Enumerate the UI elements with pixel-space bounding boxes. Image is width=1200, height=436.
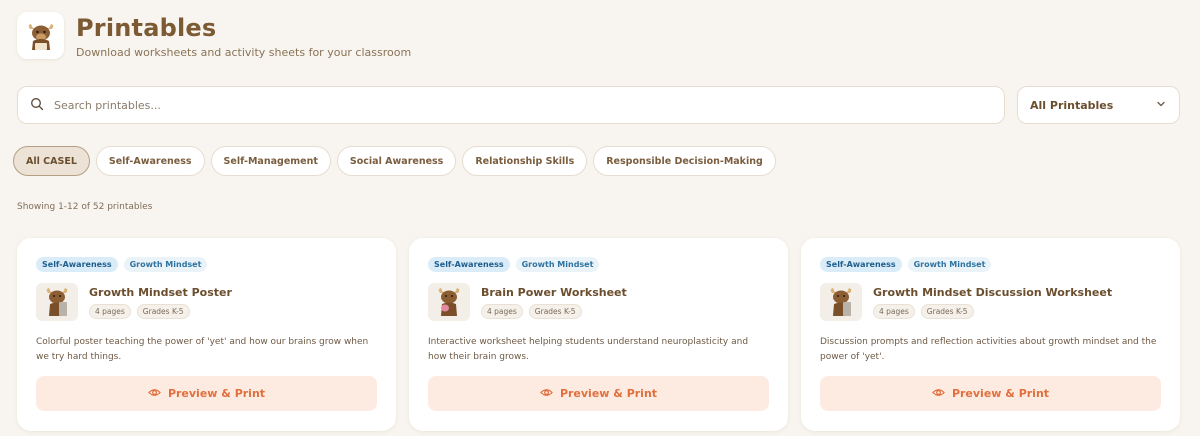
yak-mascot-icon bbox=[17, 12, 64, 59]
printable-description: Discussion prompts and reflection activi… bbox=[820, 337, 1157, 362]
tag-casel: Self-Awareness bbox=[36, 257, 118, 272]
printables-grid: Self-Awareness Growth Mindset Growth Min… bbox=[17, 238, 1180, 431]
printable-type-select[interactable]: All Printables bbox=[1017, 86, 1180, 124]
printable-thumbnail bbox=[820, 283, 862, 321]
page-count: 4 pages bbox=[89, 304, 131, 319]
chip-self-management[interactable]: Self-Management bbox=[210, 146, 331, 176]
eye-icon bbox=[148, 386, 168, 402]
tag-topic: Growth Mindset bbox=[907, 257, 992, 272]
results-count: Showing 1-12 of 52 printables bbox=[17, 202, 153, 212]
tag-casel: Self-Awareness bbox=[428, 257, 510, 272]
grade-range: Grades K-5 bbox=[528, 304, 582, 319]
select-value: All Printables bbox=[1030, 98, 1114, 112]
chip-relationship-skills[interactable]: Relationship Skills bbox=[462, 146, 588, 176]
grade-range: Grades K-5 bbox=[136, 304, 190, 319]
page-subtitle: Download worksheets and activity sheets … bbox=[76, 46, 412, 59]
search-bar[interactable] bbox=[17, 86, 1005, 124]
page-count: 4 pages bbox=[873, 304, 915, 319]
chip-social-awareness[interactable]: Social Awareness bbox=[336, 146, 457, 176]
page-title: Printables bbox=[76, 14, 217, 42]
page-header: Printables Download worksheets and activ… bbox=[17, 12, 411, 59]
printable-thumbnail bbox=[36, 283, 78, 321]
chip-responsible-decision-making[interactable]: Responsible Decision-Making bbox=[593, 146, 776, 176]
preview-print-button[interactable]: Preview & Print bbox=[820, 376, 1161, 411]
preview-print-label: Preview & Print bbox=[951, 387, 1050, 400]
printable-card: Self-Awareness Growth Mindset Growth Min… bbox=[801, 238, 1180, 431]
tag-topic: Growth Mindset bbox=[515, 257, 600, 272]
preview-print-label: Preview & Print bbox=[167, 387, 266, 400]
printable-card: Self-Awareness Growth Mindset Growth Min… bbox=[17, 238, 396, 431]
eye-icon bbox=[540, 386, 560, 402]
search-input[interactable] bbox=[54, 98, 954, 112]
preview-print-button[interactable]: Preview & Print bbox=[428, 376, 769, 411]
tag-topic: Growth Mindset bbox=[123, 257, 208, 272]
printable-card: Self-Awareness Growth Mindset Brain Powe… bbox=[409, 238, 788, 431]
printable-thumbnail bbox=[428, 283, 470, 321]
printable-title: Brain Power Worksheet bbox=[481, 286, 627, 299]
printable-description: Interactive worksheet helping students u… bbox=[428, 337, 749, 362]
page-count: 4 pages bbox=[481, 304, 523, 319]
printable-description: Colorful poster teaching the power of 'y… bbox=[36, 337, 369, 362]
search-icon bbox=[30, 96, 44, 115]
chevron-down-icon bbox=[1155, 98, 1167, 113]
grade-range: Grades K-5 bbox=[920, 304, 974, 319]
tag-casel: Self-Awareness bbox=[820, 257, 902, 272]
chip-self-awareness[interactable]: Self-Awareness bbox=[95, 146, 205, 176]
preview-print-label: Preview & Print bbox=[559, 387, 658, 400]
printable-title: Growth Mindset Discussion Worksheet bbox=[873, 286, 1113, 299]
chip-all-casel[interactable]: All CASEL bbox=[13, 146, 90, 176]
preview-print-button[interactable]: Preview & Print bbox=[36, 376, 377, 411]
casel-filter-chips: All CASEL Self-Awareness Self-Management… bbox=[13, 146, 776, 176]
eye-icon bbox=[932, 386, 952, 402]
printable-title: Growth Mindset Poster bbox=[89, 286, 232, 299]
